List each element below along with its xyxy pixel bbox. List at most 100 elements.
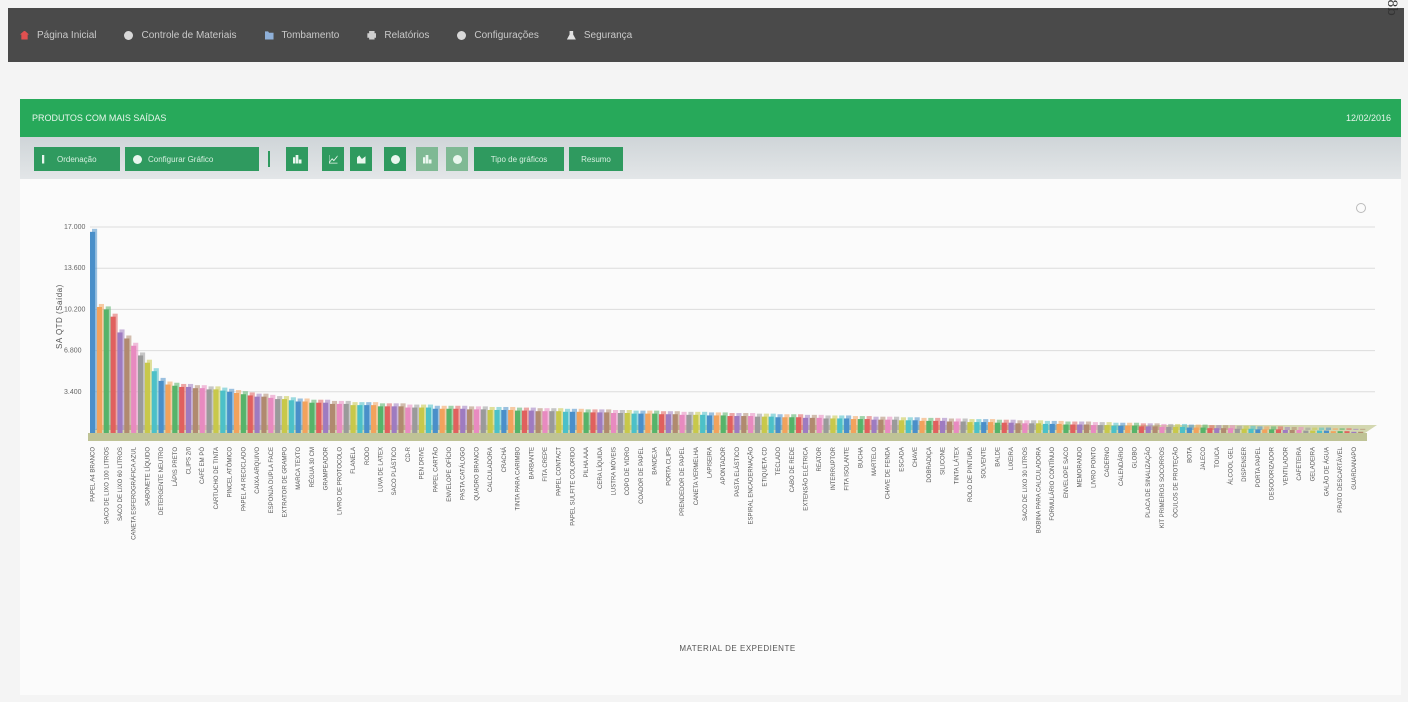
y-tick-label: 13.600 — [64, 265, 86, 272]
nav-item-1[interactable]: Controle de Materiais — [124, 30, 237, 41]
x-tick-label: ROLO DE PINTURA — [968, 447, 974, 502]
x-tick-label: TINTA PARA CARIMBO — [516, 447, 522, 511]
print-icon — [367, 30, 377, 40]
bar — [1166, 426, 1172, 433]
bar — [617, 413, 623, 433]
pie-chart-type-button[interactable] — [384, 147, 406, 171]
x-tick-label: LAPISEIRA — [708, 447, 714, 478]
x-tick-label: LIVRO PONTO — [1091, 447, 1097, 488]
bar-chart-icon — [292, 154, 302, 164]
tipo-de-graficos-button[interactable]: Tipo de gráficos — [474, 147, 564, 171]
bar — [542, 411, 548, 433]
x-tick-label: CHAVE DE FENDA — [886, 447, 892, 499]
bar — [1275, 429, 1282, 433]
bar — [144, 362, 150, 433]
bar — [905, 420, 911, 433]
nav-item-2[interactable]: Tombamento — [264, 30, 339, 41]
nav-item-3[interactable]: Relatórios — [367, 30, 429, 41]
x-tick-label: SOLVENTE — [982, 447, 988, 479]
x-tick-label: PAPEL A4 RECICLADO — [241, 447, 247, 511]
bar — [1227, 428, 1234, 433]
bar — [823, 418, 829, 433]
x-tick-label: CD-R — [406, 446, 412, 462]
nav-item-5[interactable]: Segurança — [566, 30, 632, 41]
bar — [165, 384, 171, 433]
x-tick-label: COADOR DE PAPEL — [639, 446, 645, 504]
configurar-grafico-button[interactable]: Configurar Gráfico — [125, 147, 259, 171]
bar — [172, 385, 178, 433]
bar — [604, 412, 610, 433]
bar-side — [1284, 426, 1290, 430]
nav-item-0[interactable]: Página Inicial — [20, 30, 96, 41]
x-tick-label: PILHA AAA — [584, 447, 590, 477]
nav-item-4[interactable]: Configurações — [457, 29, 539, 41]
bar — [158, 380, 164, 433]
bar — [199, 388, 205, 433]
bar — [240, 394, 246, 433]
bar — [1049, 423, 1055, 433]
bar — [281, 399, 288, 433]
x-tick-label: DETERGENTE NEUTRO — [159, 447, 165, 515]
bar — [1042, 423, 1048, 433]
resumo-button[interactable]: Resumo — [569, 147, 623, 171]
line-chart-type-button[interactable] — [322, 147, 344, 171]
bar — [645, 413, 651, 433]
x-tick-label: TINTA LÁTEX — [953, 447, 960, 484]
bar — [1097, 425, 1103, 433]
3d-bar-type-button[interactable] — [416, 147, 438, 171]
x-tick-label: PAPEL CARTÃO — [432, 447, 439, 493]
bar — [494, 409, 500, 433]
gear-icon — [457, 30, 467, 40]
area-chart-icon — [356, 155, 366, 164]
nav-item-label: Relatórios — [384, 29, 430, 41]
bar — [185, 386, 192, 433]
bar — [179, 386, 185, 433]
bar — [1255, 429, 1261, 433]
x-tick-label: ENVELOPE SACO — [1064, 447, 1070, 498]
bar — [1241, 428, 1247, 433]
x-tick-label: BARBANTE — [529, 447, 535, 479]
bar — [288, 400, 294, 433]
bar — [912, 420, 918, 433]
bar-chart-type-button[interactable] — [286, 147, 308, 171]
bar-chart: 17.000 13.600 10.200 6.800 3.400 SA QTD (Saíd… — [55, 224, 1377, 653]
bar — [1234, 428, 1240, 433]
panel-title: PRODUTOS COM MAIS SAÍDAS — [32, 113, 167, 123]
folder-icon — [264, 31, 274, 40]
bar — [131, 345, 137, 433]
bar — [569, 411, 575, 433]
bar — [425, 407, 432, 433]
bar — [364, 405, 370, 433]
bar — [809, 417, 815, 433]
bar — [405, 407, 411, 433]
bar — [446, 408, 452, 433]
ordenacao-button[interactable]: Ordenação — [34, 147, 120, 171]
bar — [103, 309, 109, 433]
bar — [247, 395, 253, 433]
chart-zoom-icon[interactable] — [1356, 203, 1366, 213]
bar — [220, 390, 226, 433]
x-tick-label: PASTA CATÁLOGO — [460, 447, 467, 500]
x-tick-label: REATOR — [817, 446, 823, 471]
area-chart-type-button[interactable] — [350, 147, 372, 171]
bar — [206, 389, 212, 433]
bar — [467, 409, 473, 433]
bar — [357, 405, 363, 433]
x-tick-label: RODO — [365, 447, 371, 465]
bar — [576, 411, 582, 433]
x-tick-label: ETIQUETA CD — [762, 446, 768, 486]
bar — [590, 412, 596, 433]
bar — [1145, 426, 1151, 433]
bar — [713, 415, 719, 433]
bar — [1077, 424, 1083, 433]
bar — [789, 417, 795, 433]
3d-pie-type-button[interactable] — [446, 147, 468, 171]
nav-item-label: Configurações — [474, 29, 539, 41]
bar — [350, 405, 356, 433]
bar — [1248, 428, 1254, 433]
x-tick-label: ESPIRAL ENCADERNAÇÃO — [748, 447, 755, 525]
bar — [275, 399, 281, 433]
bar — [1193, 427, 1199, 433]
bar — [487, 409, 493, 433]
x-tick-label: SACO PLÁSTICO — [391, 447, 398, 496]
